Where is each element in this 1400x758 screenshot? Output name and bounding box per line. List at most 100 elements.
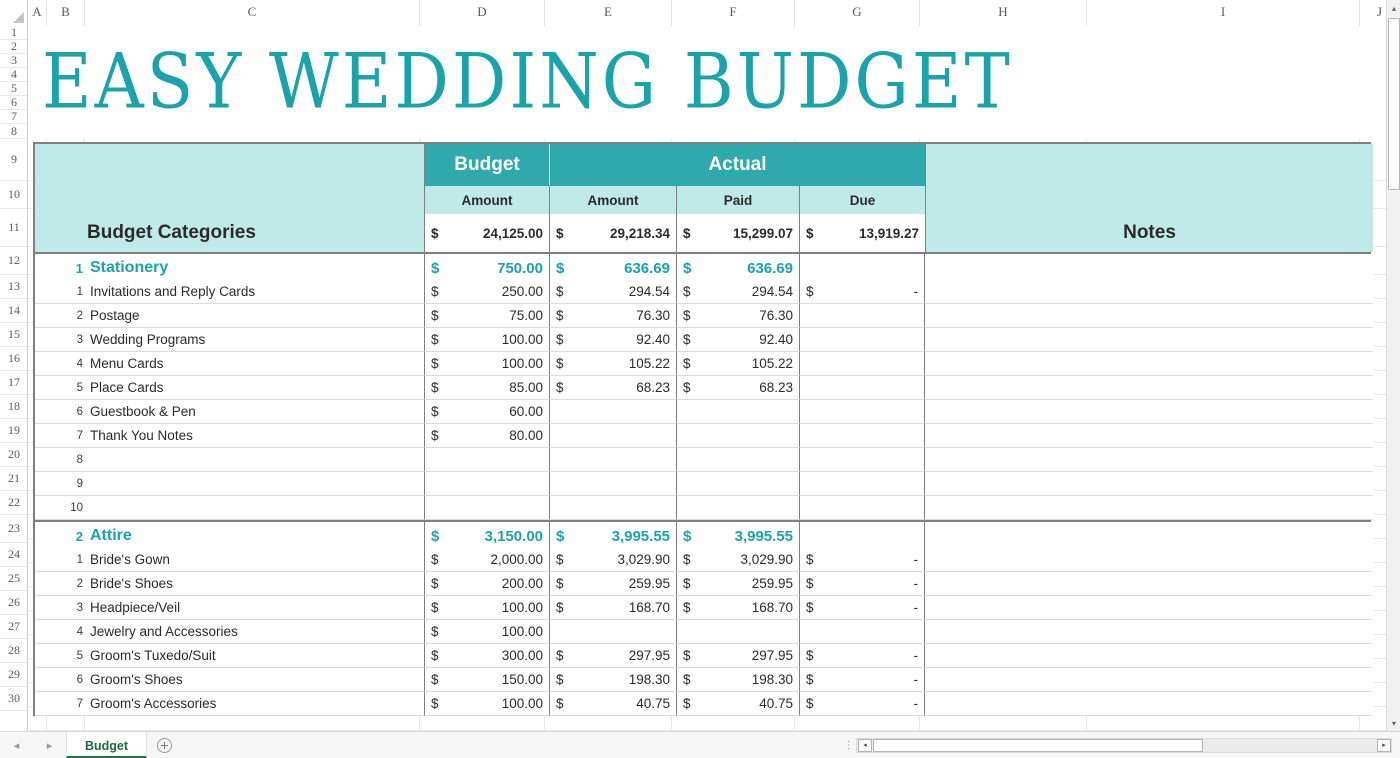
row-header-1[interactable]: 1 [0,26,28,40]
column-header-G[interactable]: G [795,0,920,26]
section-name-cell[interactable]: 2Attire [35,522,425,550]
item-paid[interactable] [677,620,800,644]
item-due[interactable]: $- [800,692,925,716]
item-name-cell[interactable]: 1Bride's Gown [35,548,425,572]
row-header-22[interactable]: 22 [0,491,28,515]
row-header-16[interactable]: 16 [0,347,28,371]
item-actual-amount[interactable]: $92.40 [550,328,677,352]
row-header-13[interactable]: 13 [0,275,28,299]
column-header-E[interactable]: E [545,0,672,26]
scroll-up-icon[interactable]: ▴ [1387,0,1400,16]
row-header-6[interactable]: 6 [0,96,28,110]
section-budget-amount[interactable]: $750.00 [425,254,550,282]
section-actual-amount[interactable]: $3,995.55 [550,522,677,550]
scroll-right-icon[interactable]: ▸ [1377,739,1391,752]
item-notes[interactable] [925,620,1373,644]
item-actual-amount[interactable]: $105.22 [550,352,677,376]
item-paid[interactable]: $168.70 [677,596,800,620]
item-paid[interactable]: $294.54 [677,280,800,304]
horizontal-scrollbar-track[interactable]: ◂ ▸ [856,738,1392,753]
item-notes[interactable] [925,328,1373,352]
row-header-4[interactable]: 4 [0,68,28,82]
item-actual-amount[interactable]: $198.30 [550,668,677,692]
item-notes[interactable] [925,548,1373,572]
row-header-23[interactable]: 23 [0,515,28,543]
item-actual-amount[interactable]: $76.30 [550,304,677,328]
next-sheet-icon[interactable]: ▸ [47,739,53,752]
vertical-scrollbar[interactable]: ▴ ▾ [1386,0,1400,731]
item-paid[interactable] [677,496,800,520]
item-paid[interactable]: $105.22 [677,352,800,376]
row-header-12[interactable]: 12 [0,247,28,275]
item-due[interactable] [800,328,925,352]
section-due[interactable] [800,522,925,550]
item-paid[interactable]: $40.75 [677,692,800,716]
item-notes[interactable] [925,644,1373,668]
item-paid[interactable]: $297.95 [677,644,800,668]
column-header-C[interactable]: C [85,0,420,26]
item-paid[interactable]: $3,029.90 [677,548,800,572]
item-due[interactable] [800,400,925,424]
section-actual-amount[interactable]: $636.69 [550,254,677,282]
item-due[interactable]: $- [800,548,925,572]
item-paid[interactable]: $259.95 [677,572,800,596]
row-header-19[interactable]: 19 [0,419,28,443]
item-name-cell[interactable]: 8 [35,448,425,472]
item-paid[interactable]: $198.30 [677,668,800,692]
row-header-24[interactable]: 24 [0,543,28,567]
item-due[interactable] [800,496,925,520]
sheet-tab-budget[interactable]: Budget [66,732,147,758]
item-budget-amount[interactable]: $100.00 [425,328,550,352]
scroll-down-icon[interactable]: ▾ [1387,715,1400,731]
item-due[interactable]: $- [800,668,925,692]
item-notes[interactable] [925,352,1373,376]
column-header-I[interactable]: I [1087,0,1360,26]
item-actual-amount[interactable]: $168.70 [550,596,677,620]
item-name-cell[interactable]: 4Menu Cards [35,352,425,376]
item-paid[interactable]: $68.23 [677,376,800,400]
item-budget-amount[interactable]: $300.00 [425,644,550,668]
item-notes[interactable] [925,280,1373,304]
row-header-18[interactable]: 18 [0,395,28,419]
item-budget-amount[interactable]: $100.00 [425,596,550,620]
item-budget-amount[interactable]: $250.00 [425,280,550,304]
item-budget-amount[interactable] [425,496,550,520]
row-header-25[interactable]: 25 [0,567,28,591]
section-paid[interactable]: $3,995.55 [677,522,800,550]
row-header-15[interactable]: 15 [0,323,28,347]
row-header-14[interactable]: 14 [0,299,28,323]
item-paid[interactable] [677,400,800,424]
item-budget-amount[interactable]: $100.00 [425,620,550,644]
item-name-cell[interactable]: 3Wedding Programs [35,328,425,352]
column-header-B[interactable]: B [47,0,85,26]
column-header-A[interactable]: A [28,0,47,26]
item-notes[interactable] [925,692,1373,716]
item-actual-amount[interactable]: $3,029.90 [550,548,677,572]
row-header-29[interactable]: 29 [0,663,28,687]
item-budget-amount[interactable]: $75.00 [425,304,550,328]
item-actual-amount[interactable] [550,472,677,496]
row-header-9[interactable]: 9 [0,139,28,181]
item-name-cell[interactable]: 5Groom's Tuxedo/Suit [35,644,425,668]
add-sheet-button[interactable] [147,732,181,758]
item-due[interactable] [800,376,925,400]
item-actual-amount[interactable] [550,400,677,424]
split-grip-icon[interactable]: ⋮ [840,740,856,751]
row-header-5[interactable]: 5 [0,82,28,96]
row-header-30[interactable]: 30 [0,687,28,711]
item-due[interactable]: $- [800,596,925,620]
prev-sheet-icon[interactable]: ◂ [14,739,20,752]
item-budget-amount[interactable]: $60.00 [425,400,550,424]
item-name-cell[interactable]: 7Groom's Accessories [35,692,425,716]
item-name-cell[interactable]: 3Headpiece/Veil [35,596,425,620]
item-name-cell[interactable]: 6Guestbook & Pen [35,400,425,424]
section-paid[interactable]: $636.69 [677,254,800,282]
item-actual-amount[interactable]: $294.54 [550,280,677,304]
item-due[interactable]: $- [800,280,925,304]
item-actual-amount[interactable]: $259.95 [550,572,677,596]
select-all-corner[interactable] [0,0,28,26]
item-due[interactable] [800,448,925,472]
item-name-cell[interactable]: 5Place Cards [35,376,425,400]
section-budget-amount[interactable]: $3,150.00 [425,522,550,550]
item-actual-amount[interactable] [550,448,677,472]
